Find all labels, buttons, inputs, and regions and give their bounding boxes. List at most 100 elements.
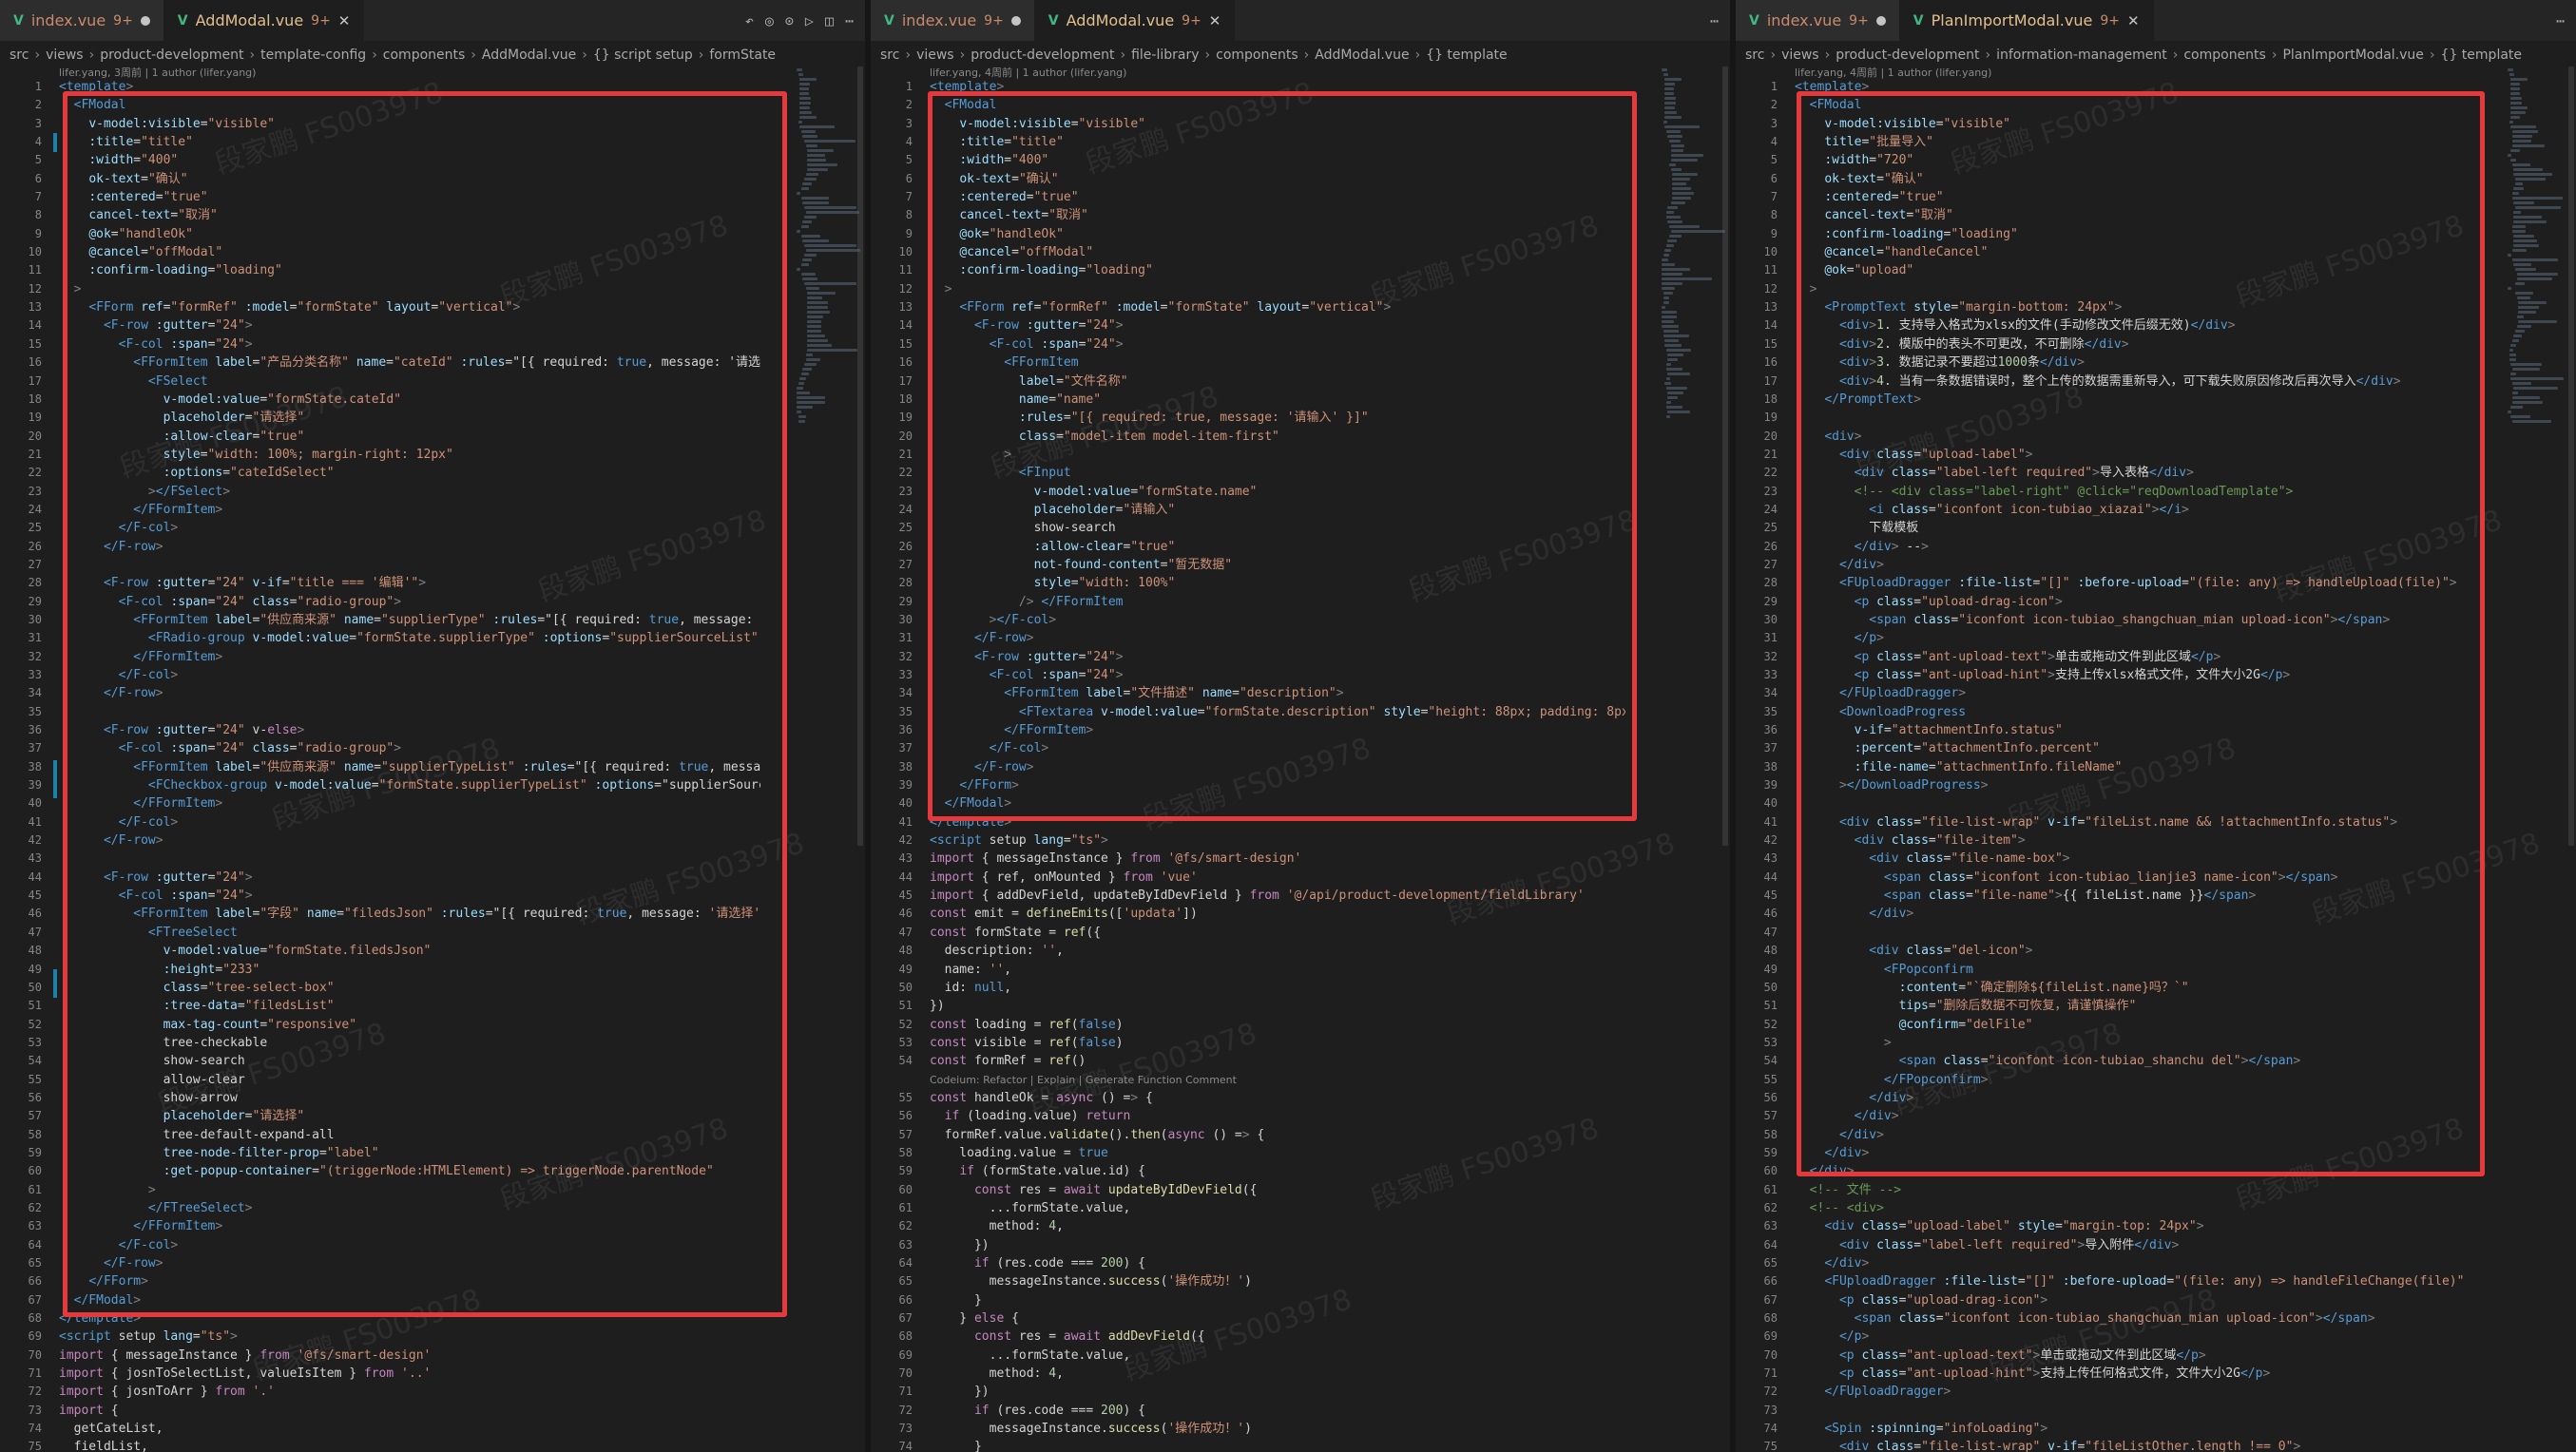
- minimap-line: [2515, 292, 2534, 295]
- line-number: 45: [898, 888, 913, 903]
- breadcrumb-item[interactable]: file-library: [1131, 48, 1199, 63]
- line-number: 8: [1770, 208, 1778, 222]
- tab-addmodal-vue[interactable]: V AddModal.vue 9+ ✕: [1034, 0, 1236, 41]
- minimap[interactable]: [1662, 67, 1725, 1452]
- minimap-line: [2511, 140, 2531, 143]
- breadcrumb-item[interactable]: formState: [709, 48, 776, 63]
- unsaved-dot-icon[interactable]: [1875, 15, 1886, 26]
- minimap-line: [799, 377, 807, 380]
- code-line: <template>: [930, 80, 1005, 94]
- code-line: </PromptText>: [1824, 392, 1922, 407]
- code-line: not-found-content="暂无数据": [1033, 557, 1233, 572]
- vertical-scrollbar[interactable]: [857, 67, 863, 846]
- chevron-right-icon: ›: [698, 48, 704, 63]
- line-number: 59: [28, 1145, 42, 1159]
- code-line: </div>: [1809, 1164, 1855, 1179]
- line-number: 12: [28, 281, 42, 296]
- line-number: 6: [1770, 171, 1778, 185]
- editor-actions: ⋯: [2545, 0, 2576, 41]
- tab-addmodal-vue[interactable]: V AddModal.vue 9+ ✕: [163, 0, 365, 41]
- more-actions-icon[interactable]: ⋯: [2556, 12, 2565, 29]
- minimap-line: [797, 392, 811, 394]
- run-icon[interactable]: ▷: [805, 12, 814, 29]
- git-change-marker[interactable]: [53, 133, 57, 152]
- line-number: 42: [1763, 833, 1778, 848]
- breadcrumb-item[interactable]: AddModal.vue: [482, 48, 576, 63]
- code-line: <span class="iconfont icon-tubiao_lianji…: [1883, 869, 2338, 885]
- breadcrumb-item[interactable]: {} template: [2441, 48, 2522, 63]
- tab-index-vue[interactable]: Vindex.vue 9+: [1736, 0, 1900, 41]
- git-change-marker[interactable]: [53, 760, 57, 798]
- unsaved-dot-icon[interactable]: [140, 15, 150, 26]
- minimap[interactable]: [797, 67, 860, 1452]
- unsaved-dot-icon[interactable]: [1010, 15, 1021, 26]
- line-number: 53: [898, 1035, 913, 1049]
- line-number: [871, 1071, 913, 1089]
- close-icon[interactable]: ✕: [2127, 12, 2140, 29]
- breadcrumb-item[interactable]: components: [383, 48, 466, 63]
- vertical-scrollbar[interactable]: [2568, 67, 2574, 846]
- editor-pane-3: Vindex.vue 9+ V PlanImportModal.vue 9+ ✕ ⋯ src ›…: [1736, 0, 2576, 1452]
- code-line: </FPopconfirm>: [1883, 1072, 1989, 1087]
- minimap-line: [2511, 420, 2551, 423]
- breadcrumb-item[interactable]: views: [916, 48, 954, 63]
- vertical-scrollbar[interactable]: [1722, 67, 1728, 846]
- minimap-line: [1667, 358, 1679, 361]
- code-line: </F-row>: [973, 759, 1034, 774]
- chevron-right-icon: ›: [1303, 48, 1310, 63]
- code-line: /> </FFormItem: [1018, 594, 1124, 609]
- code-line: <p class="upload-drag-icon">: [1838, 1292, 2048, 1308]
- minimap-line: [1667, 220, 1682, 223]
- tab-index-vue[interactable]: Vindex.vue 9+: [871, 0, 1035, 41]
- code-lines[interactable]: <template> <FModal v-model:visible="visi…: [59, 78, 760, 1452]
- breadcrumb-item[interactable]: views: [46, 48, 84, 63]
- minimap-line: [2513, 201, 2534, 204]
- tab-planimportmodal-vue[interactable]: V PlanImportModal.vue 9+ ✕: [1899, 0, 2154, 41]
- breadcrumb-item[interactable]: src: [10, 48, 29, 63]
- codelens-actions[interactable]: Codeium: Refactor | Explain | Generate F…: [930, 1071, 1625, 1089]
- line-number: 18: [28, 392, 42, 406]
- breadcrumb-item[interactable]: product-development: [100, 48, 243, 63]
- breadcrumb-item[interactable]: product-development: [971, 48, 1114, 63]
- breadcrumb-item[interactable]: template-config: [260, 48, 366, 63]
- go-back-icon[interactable]: ↶: [745, 12, 754, 29]
- more-actions-icon[interactable]: ⋯: [1710, 12, 1719, 29]
- line-number: 50: [1763, 980, 1778, 994]
- code-line: <DownloadProgress: [1838, 704, 1967, 719]
- breadcrumb-item[interactable]: components: [2183, 48, 2266, 63]
- code-line: import { josnToArr } from '.': [59, 1385, 275, 1400]
- chevron-right-icon: ›: [582, 48, 587, 63]
- breadcrumb-item[interactable]: src: [1745, 48, 1764, 63]
- tab-index-vue[interactable]: Vindex.vue 9+: [0, 0, 164, 41]
- line-number: 72: [28, 1385, 42, 1399]
- breadcrumb-item[interactable]: product-development: [1836, 48, 1979, 63]
- compare-icon[interactable]: ⊙: [785, 12, 794, 29]
- breadcrumb-item[interactable]: views: [1781, 48, 1819, 63]
- breadcrumb-item[interactable]: {} script setup: [593, 48, 693, 63]
- minimap-line: [804, 282, 856, 285]
- minimap[interactable]: [2508, 67, 2566, 1452]
- code-line: <span class="iconfont icon-tubiao_shangc…: [1854, 1311, 2375, 1327]
- breadcrumb-item[interactable]: components: [1216, 48, 1298, 63]
- split-editor-icon[interactable]: ◫: [825, 12, 834, 29]
- minimap-line: [1662, 315, 1677, 318]
- pane-divider[interactable]: [1730, 0, 1736, 1452]
- breadcrumb-item[interactable]: AddModal.vue: [1315, 48, 1409, 63]
- minimap-line: [2509, 358, 2516, 361]
- pane-divider[interactable]: [865, 0, 871, 1452]
- code-line: show-arrow: [59, 1090, 238, 1105]
- minimap-line: [2511, 135, 2532, 138]
- code-lines[interactable]: <template> <FModal v-model:visible="visi…: [930, 78, 1625, 1452]
- code-line: </F-col>: [118, 814, 179, 830]
- code-lines[interactable]: <template> <FModal v-model:visible="visi…: [1795, 78, 2471, 1452]
- breadcrumb-item[interactable]: src: [880, 48, 899, 63]
- git-change-marker[interactable]: [53, 969, 57, 998]
- more-actions-icon[interactable]: ⋯: [845, 12, 854, 29]
- breadcrumb-item[interactable]: information-management: [1996, 48, 2167, 63]
- open-changes-icon[interactable]: ◎: [765, 12, 774, 29]
- minimap-line: [1665, 349, 1692, 352]
- breadcrumb-item[interactable]: PlanImportModal.vue: [2282, 48, 2423, 63]
- close-icon[interactable]: ✕: [338, 12, 351, 29]
- close-icon[interactable]: ✕: [1209, 12, 1221, 29]
- breadcrumb-item[interactable]: {} template: [1426, 48, 1507, 63]
